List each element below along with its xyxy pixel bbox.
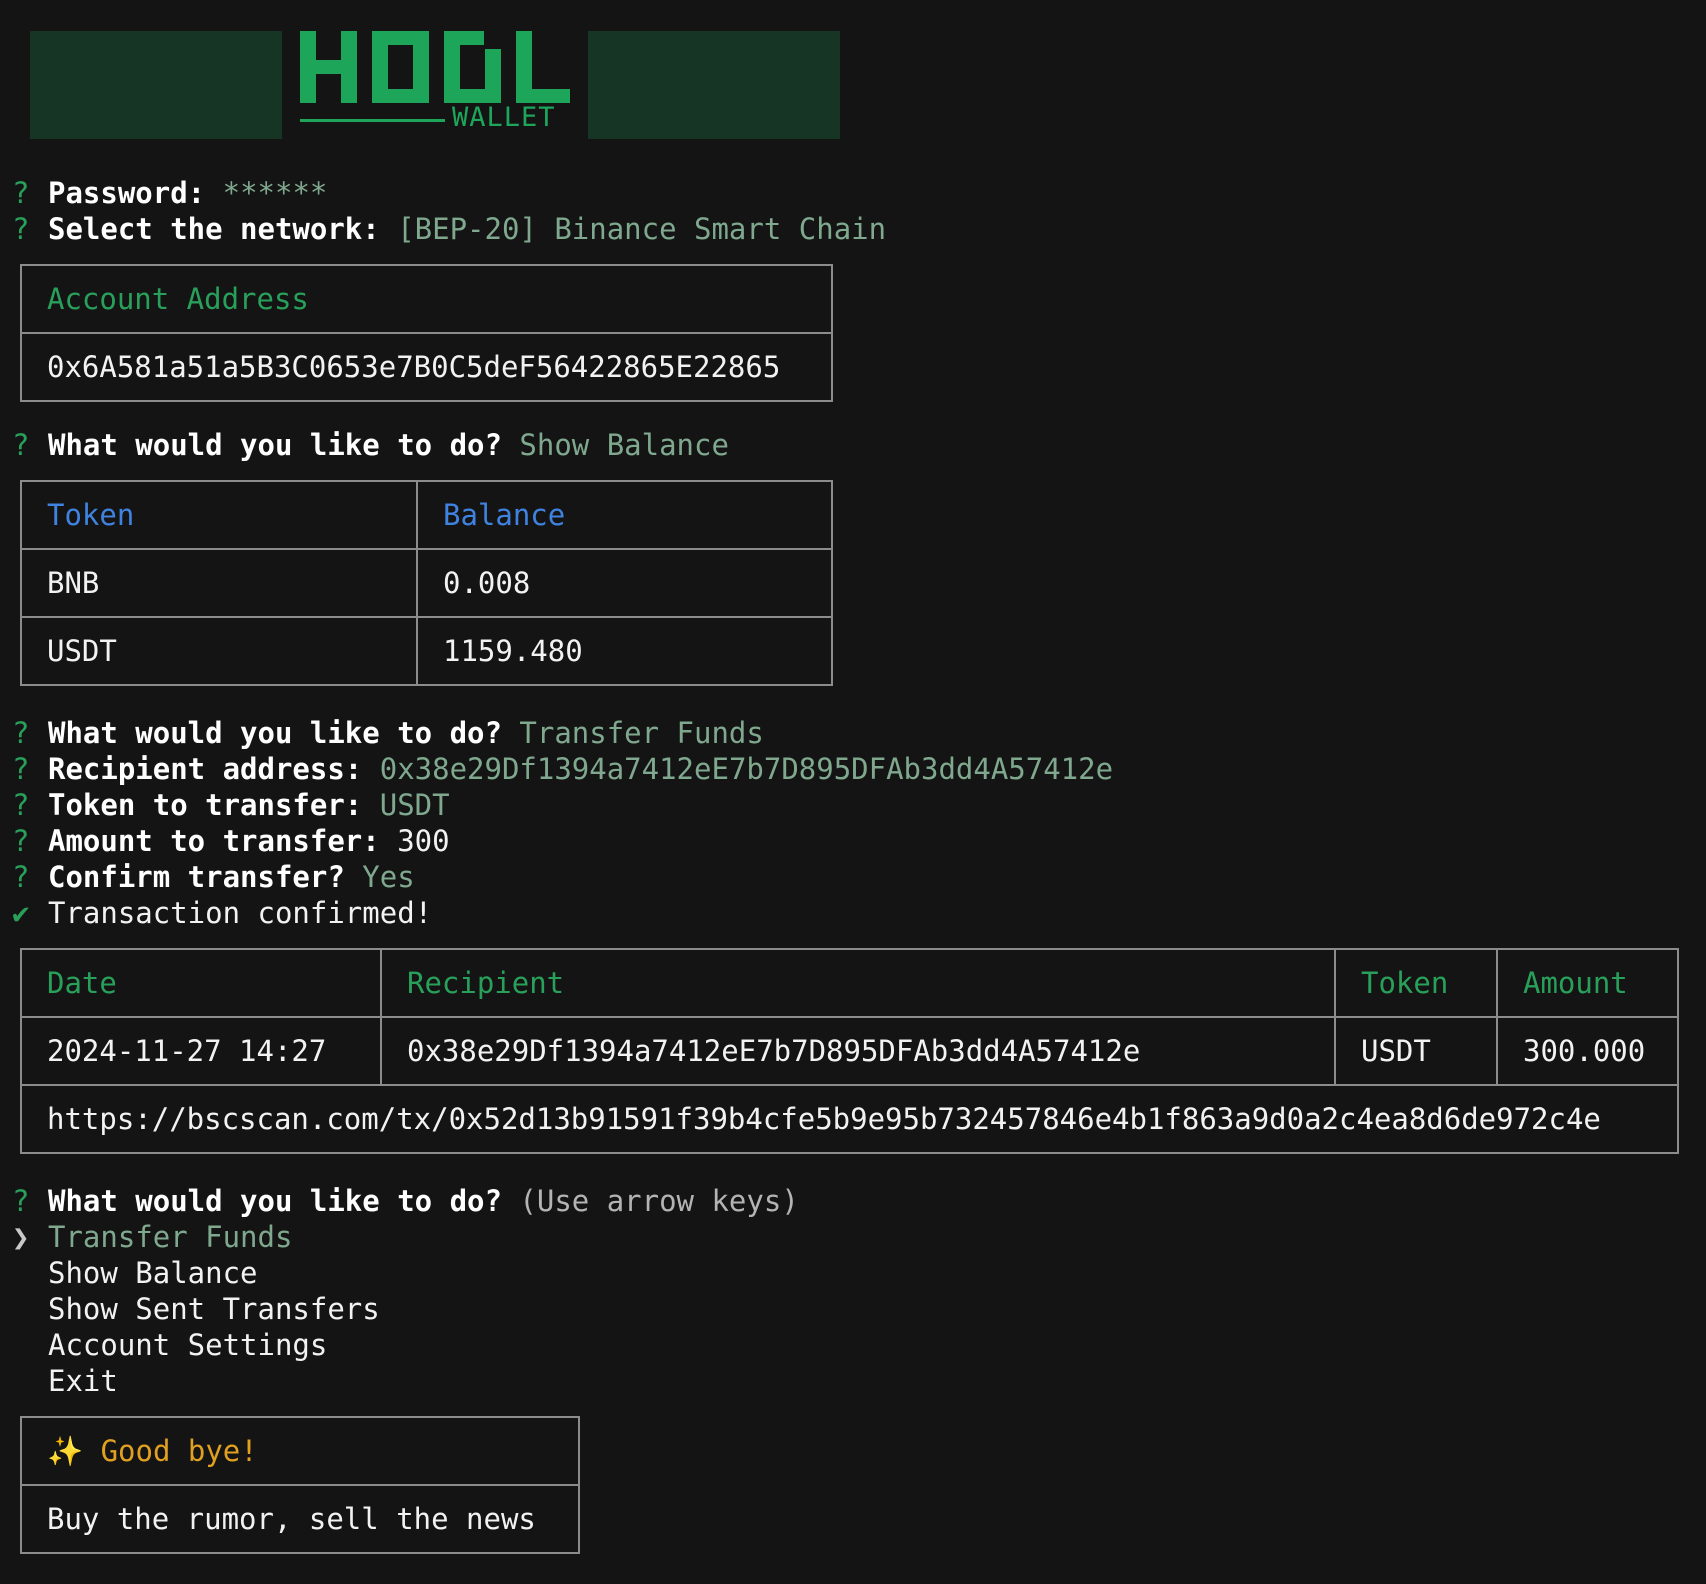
action-prompt-3: ? What would you like to do? (Use arrow k… — [12, 1183, 799, 1219]
question-icon: ? — [12, 212, 30, 246]
token-value: USDT — [379, 788, 450, 822]
logo-wordmark: WALLET — [300, 31, 572, 140]
token-prompt: ? Token to transfer: USDT — [12, 787, 450, 823]
recipient-value: 0x38e29Df1394a7412eE7b7D895DFAb3dd4A5741… — [379, 752, 1114, 786]
logo-rule — [300, 119, 445, 122]
tx-header-date: Date — [20, 948, 382, 1018]
confirm-prompt: ? Confirm transfer? Yes — [12, 859, 415, 895]
question-icon: ? — [12, 716, 30, 750]
question-icon: ? — [12, 824, 30, 858]
password-prompt: ? Password: ****** — [12, 175, 327, 211]
goodbye-table: ✨ Good bye! Buy the rumor, sell the news — [20, 1416, 580, 1554]
prompt-label: What would you like to do? — [48, 1184, 502, 1218]
transaction-confirmed-message: ✔ Transaction confirmed! — [12, 895, 432, 931]
menu-item-show-sent-transfers[interactable]: Show Sent Transfers — [12, 1291, 380, 1327]
goodbye-title-text: Good bye! — [100, 1433, 258, 1468]
prompt-label: Recipient address: — [48, 752, 363, 786]
transaction-table: Date Recipient Token Amount 2024-11-27 1… — [20, 948, 1679, 1154]
menu-item-transfer-funds[interactable]: ❯ Transfer Funds — [12, 1219, 292, 1255]
goodbye-title: ✨ Good bye! — [20, 1416, 580, 1486]
check-icon: ✔ — [12, 896, 30, 930]
table-cell: 0.008 — [416, 548, 833, 618]
menu-item-exit[interactable]: Exit — [12, 1363, 118, 1399]
network-prompt: ? Select the network: [BEP-20] Binance Sm… — [12, 211, 886, 247]
menu-item-label: Exit — [48, 1364, 118, 1398]
balance-table: Token Balance BNB 0.008 USDT 1159.480 — [20, 480, 833, 686]
tx-header-recipient: Recipient — [380, 948, 1336, 1018]
recipient-prompt: ? Recipient address: 0x38e29Df1394a7412eE… — [12, 751, 1113, 787]
account-address-value: 0x6A581a51a5B3C0653e7B0C5deF56422865E228… — [20, 332, 833, 402]
prompt-label: Token to transfer: — [48, 788, 363, 822]
account-address-table: Account Address 0x6A581a51a5B3C0653e7B0C… — [20, 264, 833, 402]
tx-header-amount: Amount — [1496, 948, 1679, 1018]
network-value: [BEP-20] Binance Smart Chain — [397, 212, 887, 246]
prompt-label: What would you like to do? — [48, 428, 502, 462]
question-icon: ? — [12, 176, 30, 210]
amount-value: 300 — [397, 824, 450, 858]
question-icon: ? — [12, 428, 30, 462]
logo-letter-d — [444, 31, 501, 103]
logo-panel-left — [30, 31, 282, 139]
prompt-label: Confirm transfer? — [48, 860, 345, 894]
confirmed-text: Transaction confirmed! — [48, 896, 433, 930]
action-value: Transfer Funds — [519, 716, 764, 750]
prompt-label: Password: — [48, 176, 206, 210]
question-icon: ? — [12, 860, 30, 894]
goodbye-tagline: Buy the rumor, sell the news — [20, 1484, 580, 1554]
balance-header-token: Token — [20, 480, 418, 550]
action-prompt-1: ? What would you like to do? Show Balance — [12, 427, 729, 463]
menu-item-label: Account Settings — [48, 1328, 328, 1362]
logo-panel-right — [588, 31, 840, 139]
table-row: 2024-11-27 14:27 0x38e29Df1394a7412eE7b7… — [20, 1016, 1679, 1086]
table-row: BNB 0.008 — [20, 548, 833, 618]
hodl-wallet-logo: WALLET — [30, 31, 842, 140]
table-cell: BNB — [20, 548, 418, 618]
table-row: USDT 1159.480 — [20, 616, 833, 686]
logo-letter-h — [300, 31, 357, 103]
question-icon: ? — [12, 788, 30, 822]
question-icon: ? — [12, 1184, 30, 1218]
menu-item-show-balance[interactable]: Show Balance — [12, 1255, 258, 1291]
table-cell: 1159.480 — [416, 616, 833, 686]
menu-item-label: Show Balance — [48, 1256, 258, 1290]
tx-recipient: 0x38e29Df1394a7412eE7b7D895DFAb3dd4A5741… — [380, 1016, 1336, 1086]
tx-date: 2024-11-27 14:27 — [20, 1016, 382, 1086]
tx-explorer-link[interactable]: https://bscscan.com/tx/0x52d13b91591f39b… — [20, 1084, 1679, 1154]
menu-item-label: Transfer Funds — [48, 1220, 293, 1254]
menu-item-account-settings[interactable]: Account Settings — [12, 1327, 327, 1363]
logo-letter-o — [372, 31, 429, 103]
confirm-value: Yes — [362, 860, 415, 894]
table-cell: USDT — [20, 616, 418, 686]
table-row: https://bscscan.com/tx/0x52d13b91591f39b… — [20, 1084, 1679, 1154]
tx-amount: 300.000 — [1496, 1016, 1679, 1086]
amount-prompt: ? Amount to transfer: 300 — [12, 823, 450, 859]
tx-token: USDT — [1334, 1016, 1498, 1086]
pointer-icon: ❯ — [12, 1220, 30, 1254]
menu-item-label: Show Sent Transfers — [48, 1292, 380, 1326]
logo-letter-l — [516, 31, 573, 103]
account-address-header: Account Address — [20, 264, 833, 334]
action-value: Show Balance — [519, 428, 729, 462]
tx-header-token: Token — [1334, 948, 1498, 1018]
question-icon: ? — [12, 752, 30, 786]
password-value: ****** — [222, 176, 328, 210]
sparkle-icon: ✨ — [47, 1433, 84, 1468]
prompt-label: What would you like to do? — [48, 716, 502, 750]
logo-subtitle: WALLET — [452, 102, 556, 133]
prompt-label: Select the network: — [48, 212, 380, 246]
arrow-keys-hint: (Use arrow keys) — [519, 1184, 799, 1218]
balance-header-balance: Balance — [416, 480, 833, 550]
action-prompt-2: ? What would you like to do? Transfer Fun… — [12, 715, 764, 751]
prompt-label: Amount to transfer: — [48, 824, 380, 858]
